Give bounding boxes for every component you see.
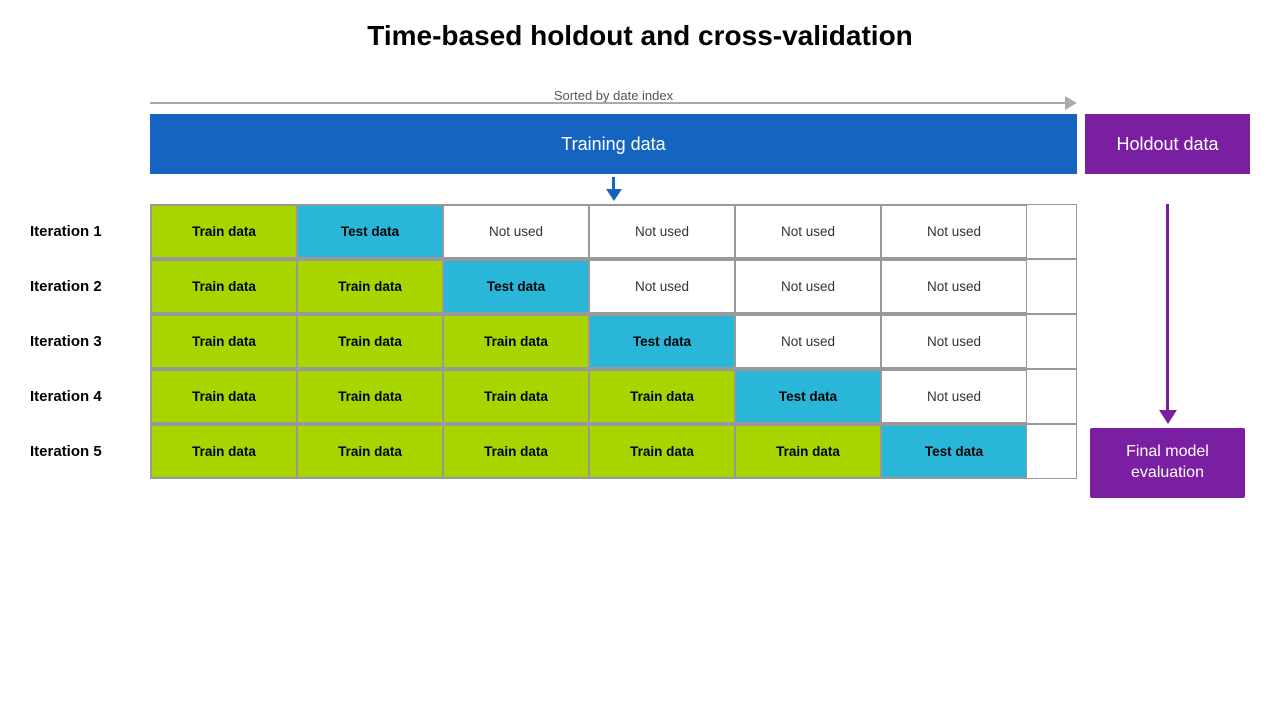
iteration-row-3: Iteration 3 Train data Train data Train …: [30, 314, 1077, 369]
cell: Not used: [881, 260, 1027, 313]
cell: Train data: [151, 370, 297, 423]
down-arrow-row: [30, 176, 1250, 202]
cell: Train data: [151, 260, 297, 313]
cell: Train data: [297, 315, 443, 368]
cell: Not used: [881, 315, 1027, 368]
cell: Not used: [443, 205, 589, 258]
right-arrow: [1159, 204, 1177, 424]
cell: Train data: [151, 315, 297, 368]
cell: Train data: [443, 370, 589, 423]
iter-2-cells: Train data Train data Test data Not used…: [150, 259, 1077, 314]
right-col: Final model evaluation: [1085, 204, 1250, 498]
cell: Train data: [443, 425, 589, 478]
cell: Test data: [589, 315, 735, 368]
cell: Train data: [589, 370, 735, 423]
cell: Test data: [735, 370, 881, 423]
iterations-area: Iteration 1 Train data Test data Not use…: [30, 204, 1077, 479]
iter-3-cells: Train data Train data Train data Test da…: [150, 314, 1077, 369]
iter-5-label: Iteration 5: [30, 443, 150, 460]
date-arrow-container: Sorted by date index: [150, 82, 1077, 110]
cell: Train data: [151, 205, 297, 258]
iter-5-cells: Train data Train data Train data Train d…: [150, 424, 1077, 479]
top-bars-row: Training data Holdout data: [30, 114, 1250, 174]
iter-3-label: Iteration 3: [30, 333, 150, 350]
down-arrow-container: [150, 176, 1077, 202]
iteration-row-1: Iteration 1 Train data Test data Not use…: [30, 204, 1077, 259]
cell: Train data: [297, 260, 443, 313]
page: Time-based holdout and cross-validation …: [0, 0, 1280, 712]
iteration-row-4: Iteration 4 Train data Train data Train …: [30, 369, 1077, 424]
cell: Test data: [297, 205, 443, 258]
cell: Train data: [297, 370, 443, 423]
cell: Not used: [881, 205, 1027, 258]
cell: Test data: [881, 425, 1027, 478]
iteration-row-2: Iteration 2 Train data Train data Test d…: [30, 259, 1077, 314]
iter-4-cells: Train data Train data Train data Train d…: [150, 369, 1077, 424]
iter-1-label: Iteration 1: [30, 223, 150, 240]
diagram: Sorted by date index Training data Holdo…: [30, 82, 1250, 498]
iter-1-cells: Train data Test data Not used Not used N…: [150, 204, 1077, 259]
cell: Not used: [735, 315, 881, 368]
cell: Train data: [735, 425, 881, 478]
cell: Not used: [589, 260, 735, 313]
cell: Test data: [443, 260, 589, 313]
arrow-line: [1166, 204, 1169, 410]
iteration-row-5: Iteration 5 Train data Train data Train …: [30, 424, 1077, 479]
horizontal-arrow: [150, 96, 1077, 110]
cell: Train data: [151, 425, 297, 478]
cell: Not used: [881, 370, 1027, 423]
cell: Train data: [443, 315, 589, 368]
cell: Not used: [735, 260, 881, 313]
training-bar: Training data: [150, 114, 1077, 174]
iter-2-label: Iteration 2: [30, 278, 150, 295]
page-title: Time-based holdout and cross-validation: [367, 20, 913, 52]
arrow-head: [1159, 410, 1177, 424]
cell: Train data: [589, 425, 735, 478]
main-content: Iteration 1 Train data Test data Not use…: [30, 204, 1250, 498]
cell: Not used: [735, 205, 881, 258]
down-arrow: [606, 177, 622, 201]
holdout-bar: Holdout data: [1085, 114, 1250, 174]
cell: Train data: [297, 425, 443, 478]
iter-4-label: Iteration 4: [30, 388, 150, 405]
cell: Not used: [589, 205, 735, 258]
final-model-box: Final model evaluation: [1090, 428, 1245, 498]
